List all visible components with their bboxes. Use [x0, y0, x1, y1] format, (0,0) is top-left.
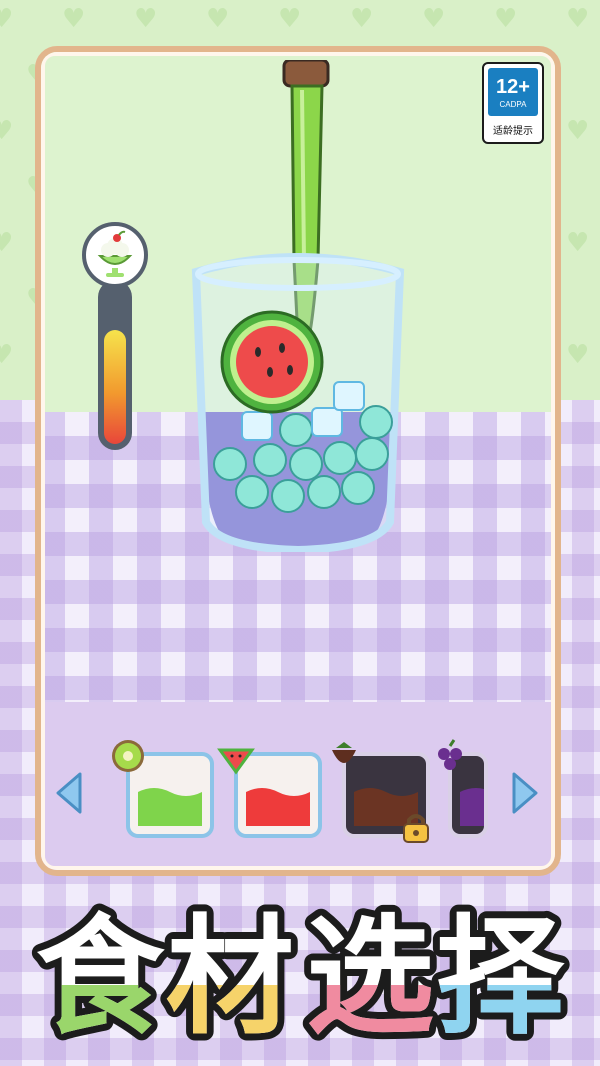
- heart-decoration: ♥: [422, 4, 446, 34]
- heart-decoration: ♥: [134, 4, 158, 34]
- age-rating-badge: 12+ CADPA 适龄提示: [482, 62, 544, 144]
- strawberry-icon: [332, 742, 356, 763]
- title-char-4: 择择择: [429, 896, 572, 1055]
- watermelon-icon: [217, 748, 255, 775]
- heart-decoration: ♥: [0, 4, 14, 34]
- age-rating-label: 适龄提示: [493, 126, 533, 137]
- title-char-3: 选选选: [299, 896, 441, 1055]
- sweetness-meter: [82, 222, 150, 452]
- meter-tube: [98, 280, 132, 450]
- heart-decoration: ♥: [206, 4, 230, 34]
- age-rating-number: 12+: [496, 76, 530, 98]
- heart-decoration: ♥: [278, 4, 302, 34]
- page-title: 食食食 材材材 选选选 择择择: [29, 896, 572, 1055]
- kiwi-icon: [112, 740, 144, 772]
- heart-decoration: ♥: [566, 116, 590, 146]
- heart-decoration: ♥: [0, 228, 14, 258]
- title-char-2: 材材材: [159, 896, 301, 1055]
- watermelon-slice: [220, 310, 324, 414]
- heart-decoration: ♥: [566, 228, 590, 258]
- lock-icon: [403, 814, 429, 843]
- heart-decoration: ♥: [566, 4, 590, 34]
- age-rating-box: 12+ CADPA: [488, 68, 538, 116]
- meter-head: [82, 222, 148, 288]
- drink-cup: [191, 253, 405, 552]
- heart-decoration: ♥: [62, 4, 86, 34]
- heart-decoration: ♥: [0, 116, 14, 146]
- title-char-1: 食食食: [29, 896, 172, 1055]
- heart-decoration: ♥: [566, 340, 590, 370]
- ice-cream-sundae-icon: [97, 230, 133, 277]
- meter-fill: [104, 330, 126, 444]
- heart-decoration: ♥: [494, 4, 518, 34]
- grape-icon: [438, 739, 462, 770]
- heart-decoration: ♥: [0, 340, 14, 370]
- age-rating-org: CADPA: [499, 100, 527, 109]
- ingredient-tray: [48, 739, 548, 852]
- heart-decoration: ♥: [350, 4, 374, 34]
